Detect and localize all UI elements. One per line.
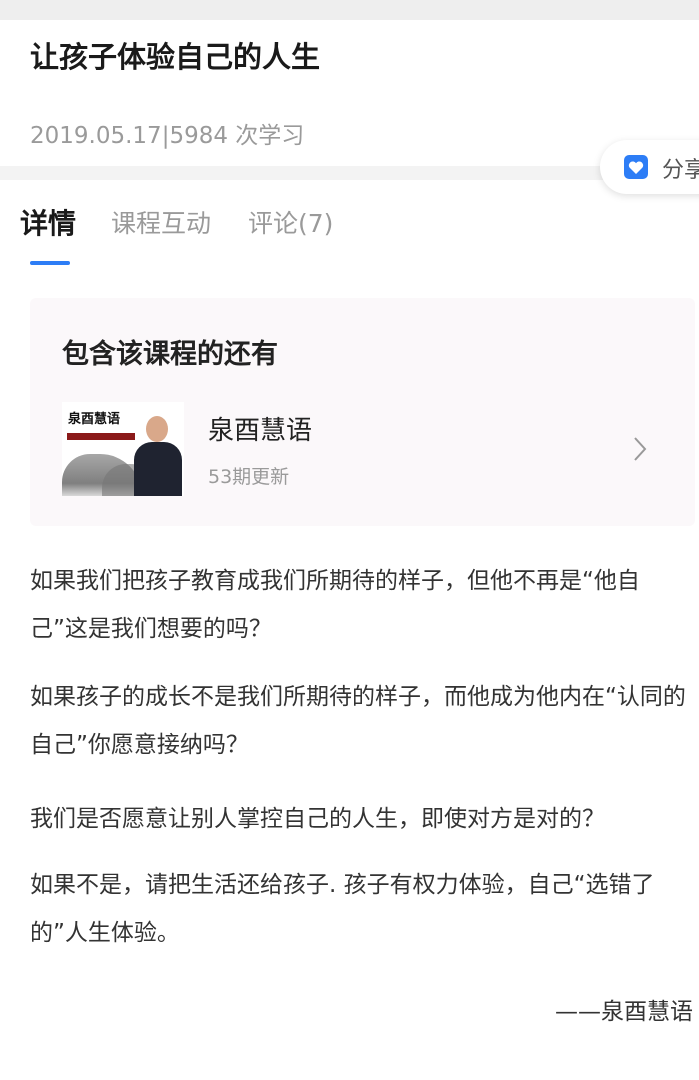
course-name: 泉酉慧语 <box>208 416 313 446</box>
thumbnail-person-head <box>146 416 168 442</box>
active-tab-indicator <box>30 261 70 265</box>
article-title: 让孩子体验自己的人生 <box>30 40 321 74</box>
related-courses-card: 包含该课程的还有 泉酉慧语 泉酉慧语 53期更新 <box>30 298 695 526</box>
tab-details[interactable]: 详情 <box>20 202 76 242</box>
course-thumbnail: 泉酉慧语 <box>62 402 184 496</box>
author-signature: ——泉酉慧语 <box>555 999 693 1025</box>
chevron-right-icon <box>634 437 647 461</box>
course-update-count: 53期更新 <box>208 466 290 488</box>
thumbnail-person <box>130 402 184 496</box>
body-paragraph: 如果不是，请把生活还给孩子. 孩子有权力体验，自己“选错了的”人生体验。 <box>30 872 655 946</box>
body-paragraph: 如果我们把孩子教育成我们所期待的样子，但他不再是“他自己”这是我们想要的吗？ <box>30 568 640 642</box>
body-paragraph: 如果孩子的成长不是我们所期待的样子，而他成为他内在“认同的自己”你愿意接纳吗？ <box>30 684 686 758</box>
body-paragraph: 我们是否愿意让别人掌控自己的人生，即使对方是对的？ <box>30 806 605 832</box>
tab-course-interaction[interactable]: 课程互动 <box>111 204 211 240</box>
related-heading: 包含该课程的还有 <box>62 339 278 370</box>
section-divider <box>0 166 699 180</box>
tab-comments[interactable]: 评论(7) <box>248 204 333 240</box>
thumbnail-tagline-bar <box>67 433 135 440</box>
top-status-strip <box>0 0 699 20</box>
thumbnail-person-body <box>134 442 182 496</box>
tab-bar: 详情 课程互动 评论(7) <box>0 180 699 270</box>
article-meta: 2019.05.17|5984 次学习 <box>30 123 305 149</box>
article-header: 让孩子体验自己的人生 2019.05.17|5984 次学习 <box>0 20 699 166</box>
thumbnail-brand: 泉酉慧语 <box>68 412 121 427</box>
share-icon <box>624 155 648 179</box>
